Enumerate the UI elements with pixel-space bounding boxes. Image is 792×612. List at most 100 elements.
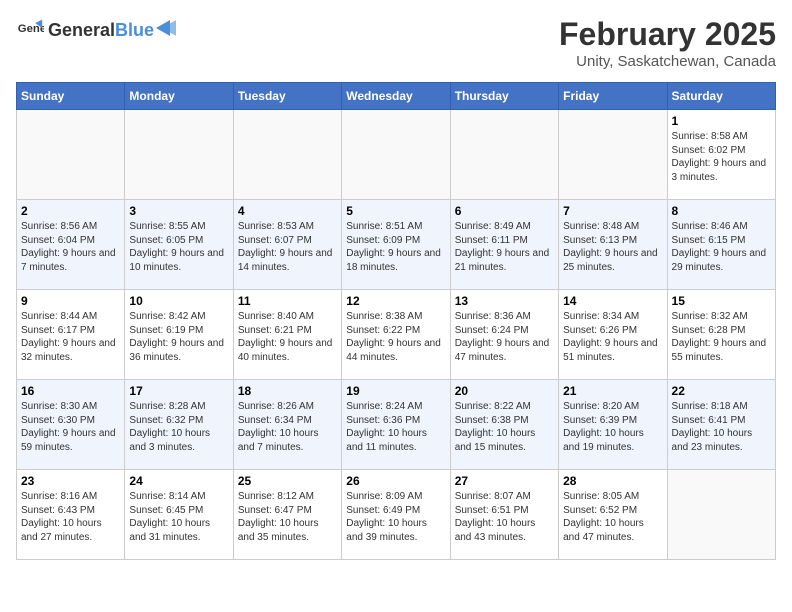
day-number: 13 <box>455 294 554 308</box>
day-info: Sunrise: 8:20 AM Sunset: 6:39 PM Dayligh… <box>563 400 662 454</box>
day-number: 14 <box>563 294 662 308</box>
weekday-header: Wednesday <box>342 83 450 110</box>
calendar-week-row: 1 Sunrise: 8:58 AM Sunset: 6:02 PM Daylig… <box>17 110 776 200</box>
calendar-day-cell <box>559 110 667 200</box>
day-number: 16 <box>21 384 120 398</box>
calendar-day-cell: 10 Sunrise: 8:42 AM Sunset: 6:19 PM Dayli… <box>125 290 233 380</box>
day-info: Sunrise: 8:14 AM Sunset: 6:45 PM Dayligh… <box>129 490 228 544</box>
calendar-day-cell: 28 Sunrise: 8:05 AM Sunset: 6:52 PM Dayli… <box>559 470 667 560</box>
day-info: Sunrise: 8:58 AM Sunset: 6:02 PM Dayligh… <box>672 130 771 184</box>
day-info: Sunrise: 8:48 AM Sunset: 6:13 PM Dayligh… <box>563 220 662 274</box>
day-number: 1 <box>672 114 771 128</box>
day-info: Sunrise: 8:22 AM Sunset: 6:38 PM Dayligh… <box>455 400 554 454</box>
calendar-day-cell: 15Sunrise: 8:32 AM Sunset: 6:28 PM Dayli… <box>667 290 775 380</box>
day-info: Sunrise: 8:42 AM Sunset: 6:19 PM Dayligh… <box>129 310 228 364</box>
calendar-table: SundayMondayTuesdayWednesdayThursdayFrid… <box>16 82 776 560</box>
day-info: Sunrise: 8:24 AM Sunset: 6:36 PM Dayligh… <box>346 400 445 454</box>
calendar-day-cell <box>125 110 233 200</box>
calendar-day-cell <box>342 110 450 200</box>
calendar-week-row: 9 Sunrise: 8:44 AM Sunset: 6:17 PM Daylig… <box>17 290 776 380</box>
day-info: Sunrise: 8:07 AM Sunset: 6:51 PM Dayligh… <box>455 490 554 544</box>
calendar-day-cell: 6 Sunrise: 8:49 AM Sunset: 6:11 PM Daylig… <box>450 200 558 290</box>
day-info: Sunrise: 8:56 AM Sunset: 6:04 PM Dayligh… <box>21 220 120 274</box>
day-info: Sunrise: 8:26 AM Sunset: 6:34 PM Dayligh… <box>238 400 337 454</box>
calendar-day-cell <box>17 110 125 200</box>
calendar-day-cell: 2 Sunrise: 8:56 AM Sunset: 6:04 PM Daylig… <box>17 200 125 290</box>
calendar-day-cell: 14 Sunrise: 8:34 AM Sunset: 6:26 PM Dayli… <box>559 290 667 380</box>
day-info: Sunrise: 8:32 AM Sunset: 6:28 PM Dayligh… <box>672 310 771 364</box>
calendar-day-cell: 5Sunrise: 8:51 AM Sunset: 6:09 PM Daylig… <box>342 200 450 290</box>
day-number: 22 <box>672 384 771 398</box>
day-info: Sunrise: 8:30 AM Sunset: 6:30 PM Dayligh… <box>21 400 120 454</box>
calendar-week-row: 2 Sunrise: 8:56 AM Sunset: 6:04 PM Daylig… <box>17 200 776 290</box>
calendar-title: February 2025 <box>559 16 776 53</box>
day-number: 8 <box>672 204 771 218</box>
day-number: 23 <box>21 474 120 488</box>
day-info: Sunrise: 8:53 AM Sunset: 6:07 PM Dayligh… <box>238 220 337 274</box>
day-number: 18 <box>238 384 337 398</box>
day-number: 26 <box>346 474 445 488</box>
day-info: Sunrise: 8:09 AM Sunset: 6:49 PM Dayligh… <box>346 490 445 544</box>
calendar-day-cell: 22 Sunrise: 8:18 AM Sunset: 6:41 PM Dayli… <box>667 380 775 470</box>
logo-icon: General <box>16 16 44 44</box>
day-info: Sunrise: 8:40 AM Sunset: 6:21 PM Dayligh… <box>238 310 337 364</box>
day-number: 17 <box>129 384 228 398</box>
calendar-day-cell: 12Sunrise: 8:38 AM Sunset: 6:22 PM Dayli… <box>342 290 450 380</box>
day-number: 25 <box>238 474 337 488</box>
weekday-header: Tuesday <box>233 83 341 110</box>
calendar-day-cell: 18 Sunrise: 8:26 AM Sunset: 6:34 PM Dayli… <box>233 380 341 470</box>
day-info: Sunrise: 8:34 AM Sunset: 6:26 PM Dayligh… <box>563 310 662 364</box>
calendar-day-cell: 11 Sunrise: 8:40 AM Sunset: 6:21 PM Dayli… <box>233 290 341 380</box>
day-info: Sunrise: 8:18 AM Sunset: 6:41 PM Dayligh… <box>672 400 771 454</box>
calendar-week-row: 23 Sunrise: 8:16 AM Sunset: 6:43 PM Dayli… <box>17 470 776 560</box>
day-number: 20 <box>455 384 554 398</box>
day-info: Sunrise: 8:05 AM Sunset: 6:52 PM Dayligh… <box>563 490 662 544</box>
calendar-day-cell: 13 Sunrise: 8:36 AM Sunset: 6:24 PM Dayli… <box>450 290 558 380</box>
day-number: 9 <box>21 294 120 308</box>
calendar-day-cell: 21 Sunrise: 8:20 AM Sunset: 6:39 PM Dayli… <box>559 380 667 470</box>
weekday-header: Friday <box>559 83 667 110</box>
calendar-day-cell: 4 Sunrise: 8:53 AM Sunset: 6:07 PM Daylig… <box>233 200 341 290</box>
day-number: 3 <box>129 204 228 218</box>
calendar-day-cell: 3 Sunrise: 8:55 AM Sunset: 6:05 PM Daylig… <box>125 200 233 290</box>
title-area: February 2025 Unity, Saskatchewan, Canad… <box>559 16 776 70</box>
weekday-header: Sunday <box>17 83 125 110</box>
day-info: Sunrise: 8:44 AM Sunset: 6:17 PM Dayligh… <box>21 310 120 364</box>
day-info: Sunrise: 8:49 AM Sunset: 6:11 PM Dayligh… <box>455 220 554 274</box>
calendar-day-cell: 16 Sunrise: 8:30 AM Sunset: 6:30 PM Dayli… <box>17 380 125 470</box>
day-info: Sunrise: 8:12 AM Sunset: 6:47 PM Dayligh… <box>238 490 337 544</box>
day-number: 12 <box>346 294 445 308</box>
weekday-header: Thursday <box>450 83 558 110</box>
logo: General GeneralBlue <box>16 16 176 44</box>
calendar-day-cell: 27 Sunrise: 8:07 AM Sunset: 6:51 PM Dayli… <box>450 470 558 560</box>
day-info: Sunrise: 8:36 AM Sunset: 6:24 PM Dayligh… <box>455 310 554 364</box>
calendar-day-cell: 1 Sunrise: 8:58 AM Sunset: 6:02 PM Daylig… <box>667 110 775 200</box>
page-header: General GeneralBlue February 2025 Unity,… <box>16 16 776 70</box>
day-info: Sunrise: 8:55 AM Sunset: 6:05 PM Dayligh… <box>129 220 228 274</box>
day-number: 11 <box>238 294 337 308</box>
day-info: Sunrise: 8:28 AM Sunset: 6:32 PM Dayligh… <box>129 400 228 454</box>
calendar-subtitle: Unity, Saskatchewan, Canada <box>559 53 776 70</box>
day-number: 6 <box>455 204 554 218</box>
calendar-header-row: SundayMondayTuesdayWednesdayThursdayFrid… <box>17 83 776 110</box>
calendar-day-cell: 9 Sunrise: 8:44 AM Sunset: 6:17 PM Daylig… <box>17 290 125 380</box>
day-number: 27 <box>455 474 554 488</box>
calendar-day-cell: 20 Sunrise: 8:22 AM Sunset: 6:38 PM Dayli… <box>450 380 558 470</box>
day-info: Sunrise: 8:16 AM Sunset: 6:43 PM Dayligh… <box>21 490 120 544</box>
logo-arrow-icon <box>156 20 176 36</box>
calendar-day-cell <box>667 470 775 560</box>
calendar-day-cell: 17 Sunrise: 8:28 AM Sunset: 6:32 PM Dayli… <box>125 380 233 470</box>
calendar-day-cell <box>233 110 341 200</box>
day-number: 10 <box>129 294 228 308</box>
logo-blue: Blue <box>115 20 154 41</box>
day-number: 2 <box>21 204 120 218</box>
day-number: 28 <box>563 474 662 488</box>
calendar-day-cell: 25 Sunrise: 8:12 AM Sunset: 6:47 PM Dayli… <box>233 470 341 560</box>
day-number: 24 <box>129 474 228 488</box>
day-number: 4 <box>238 204 337 218</box>
day-info: Sunrise: 8:51 AM Sunset: 6:09 PM Dayligh… <box>346 220 445 274</box>
day-number: 21 <box>563 384 662 398</box>
day-number: 19 <box>346 384 445 398</box>
calendar-day-cell: 24 Sunrise: 8:14 AM Sunset: 6:45 PM Dayli… <box>125 470 233 560</box>
calendar-day-cell: 8Sunrise: 8:46 AM Sunset: 6:15 PM Daylig… <box>667 200 775 290</box>
